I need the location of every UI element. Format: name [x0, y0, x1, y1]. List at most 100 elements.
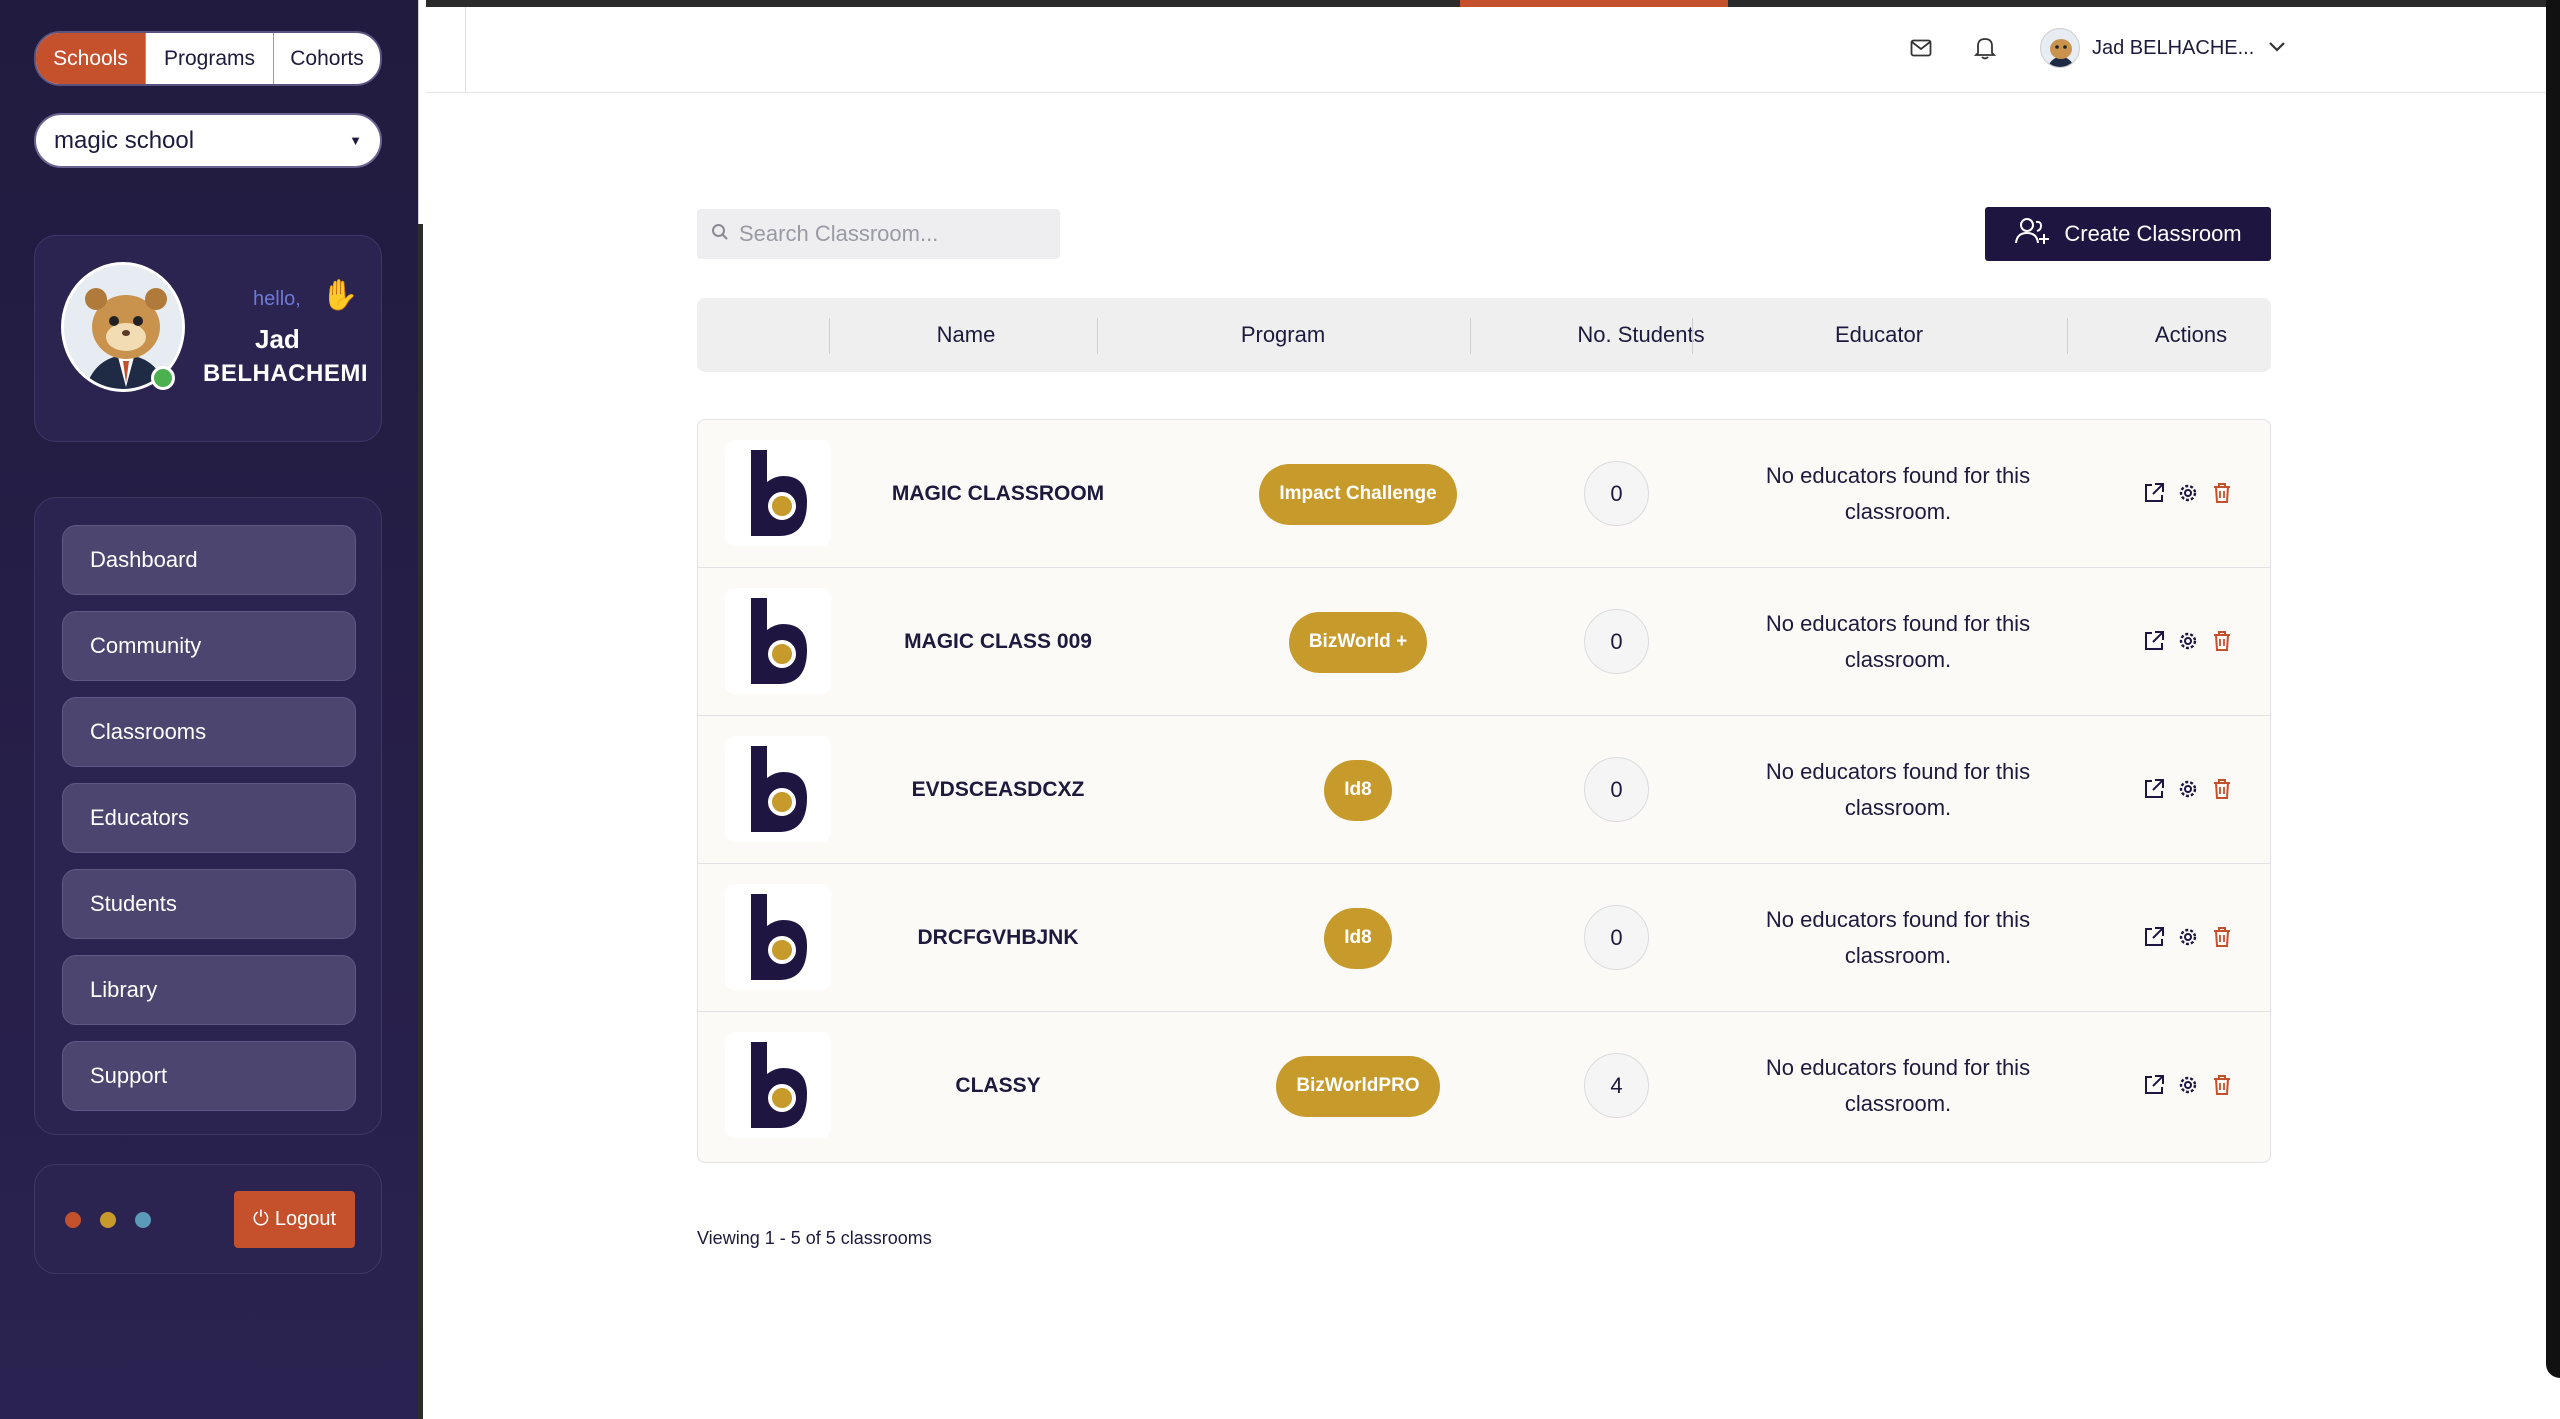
bell-icon[interactable]: [1973, 36, 1997, 65]
sidebar: Schools Programs Cohorts magic school ▼: [0, 0, 418, 1419]
program-badge: Id8: [1324, 759, 1392, 821]
column-header-program[interactable]: Program: [1098, 298, 1468, 372]
search-input[interactable]: [739, 221, 1039, 247]
tab-schools[interactable]: Schools: [36, 33, 146, 84]
student-count: 0: [1584, 905, 1649, 970]
student-count: 0: [1584, 461, 1649, 526]
row-actions: [2142, 925, 2234, 949]
program-badge: Id8: [1324, 907, 1392, 969]
table-row[interactable]: EVDSCEASDCXZ Id8 0 No educators found fo…: [698, 716, 2270, 864]
classroom-name: MAGIC CLASS 009: [904, 630, 1092, 653]
open-external-icon[interactable]: [2142, 777, 2166, 801]
school-select-value: magic school: [54, 126, 195, 154]
theme-dot-orange[interactable]: [65, 1212, 81, 1228]
trash-icon[interactable]: [2210, 925, 2234, 949]
educator-cell: No educators found for this classroom.: [1765, 759, 2031, 820]
open-external-icon[interactable]: [2142, 1073, 2166, 1097]
table-row[interactable]: CLASSY BizWorldPRO 4 No educators found …: [698, 1012, 2270, 1160]
classroom-logo: [725, 440, 831, 546]
classroom-name: CLASSY: [955, 1074, 1041, 1097]
sidebar-item-dashboard[interactable]: Dashboard: [62, 525, 356, 595]
program-cell: BizWorldPRO: [1188, 1012, 1528, 1160]
row-actions: [2142, 629, 2234, 653]
open-external-icon[interactable]: [2142, 925, 2166, 949]
profile-card: hello, ✋ Jad BELHACHEMI: [34, 235, 382, 442]
program-cell: Impact Challenge: [1188, 420, 1528, 568]
row-actions: [2142, 1073, 2234, 1097]
sidebar-footer: ⏻ Logout: [34, 1164, 382, 1274]
program-cell: Id8: [1188, 864, 1528, 1012]
student-count: 0: [1584, 609, 1649, 674]
gear-icon[interactable]: [2176, 481, 2200, 505]
user-avatar[interactable]: [2040, 28, 2080, 68]
create-classroom-button[interactable]: Create Classroom: [1985, 207, 2271, 261]
sidebar-item-students[interactable]: Students: [62, 869, 356, 939]
top-strip-accent: [1460, 0, 1728, 7]
power-icon: ⏻: [253, 1208, 269, 1230]
table-row[interactable]: MAGIC CLASSROOM Impact Challenge 0 No ed…: [698, 420, 2270, 568]
column-header-educator[interactable]: Educator: [1693, 298, 2065, 372]
classroom-logo: [725, 884, 831, 990]
theme-dot-gold[interactable]: [100, 1212, 116, 1228]
open-external-icon[interactable]: [2142, 629, 2166, 653]
trash-icon[interactable]: [2210, 1073, 2234, 1097]
column-divider: [2067, 318, 2068, 354]
educator-cell: No educators found for this classroom.: [1765, 1055, 2031, 1116]
wave-icon: ✋: [321, 279, 359, 312]
row-actions: [2142, 777, 2234, 801]
gear-icon[interactable]: [2176, 777, 2200, 801]
column-header-name[interactable]: Name: [830, 298, 1102, 372]
program-badge: Impact Challenge: [1259, 463, 1457, 525]
trash-icon[interactable]: [2210, 481, 2234, 505]
mail-icon[interactable]: [1910, 38, 1932, 63]
logout-label: Logout: [274, 1208, 336, 1230]
trash-icon[interactable]: [2210, 777, 2234, 801]
gear-icon[interactable]: [2176, 1073, 2200, 1097]
pagination-info: Viewing 1 - 5 of 5 classrooms: [697, 1228, 932, 1248]
logout-button[interactable]: ⏻ Logout: [234, 1191, 355, 1248]
scope-tabs: Schools Programs Cohorts: [34, 31, 382, 86]
program-badge: BizWorld +: [1288, 611, 1428, 673]
chevron-down-icon[interactable]: [2268, 40, 2286, 58]
table-row[interactable]: DRCFGVHBJNK Id8 0 No educators found for…: [698, 864, 2270, 1012]
sidebar-scrollbar-thumb[interactable]: [418, 224, 423, 1419]
column-header-actions: Actions: [2154, 322, 2228, 347]
sidebar-item-support[interactable]: Support: [62, 1041, 356, 1111]
gear-icon[interactable]: [2176, 925, 2200, 949]
sidebar-item-community[interactable]: Community: [62, 611, 356, 681]
school-select[interactable]: magic school ▼: [34, 113, 382, 168]
page-scrollbar-thumb[interactable]: [2546, 0, 2560, 1378]
classroom-name: EVDSCEASDCXZ: [911, 778, 1085, 801]
classroom-table: MAGIC CLASSROOM Impact Challenge 0 No ed…: [697, 419, 2271, 1163]
user-name[interactable]: Jad BELHACHE...: [2092, 37, 2254, 60]
gear-icon[interactable]: [2176, 629, 2200, 653]
open-external-icon[interactable]: [2142, 481, 2166, 505]
table-row[interactable]: MAGIC CLASS 009 BizWorld + 0 No educator…: [698, 568, 2270, 716]
add-user-icon: [2014, 216, 2050, 252]
search-box: [697, 209, 1060, 259]
create-classroom-label: Create Classroom: [2064, 221, 2242, 246]
educator-cell: No educators found for this classroom.: [1765, 611, 2031, 672]
column-divider: [1470, 318, 1471, 354]
sidebar-item-classrooms[interactable]: Classrooms: [62, 697, 356, 767]
educator-cell: No educators found for this classroom.: [1765, 463, 2031, 524]
classroom-logo: [725, 588, 831, 694]
online-status-dot: [151, 366, 175, 390]
row-actions: [2142, 481, 2234, 505]
program-cell: BizWorld +: [1188, 568, 1528, 716]
program-cell: Id8: [1188, 716, 1528, 864]
tab-programs[interactable]: Programs: [146, 33, 274, 84]
caret-down-icon: ▼: [349, 133, 362, 148]
sidebar-item-educators[interactable]: Educators: [62, 783, 356, 853]
profile-last-name: BELHACHEMI: [203, 360, 368, 387]
trash-icon[interactable]: [2210, 629, 2234, 653]
sidebar-item-library[interactable]: Library: [62, 955, 356, 1025]
nav-menu: Dashboard Community Classrooms Educators…: [34, 497, 382, 1135]
greeting: hello,: [253, 288, 301, 310]
theme-dot-blue[interactable]: [135, 1212, 151, 1228]
student-count: 0: [1584, 757, 1649, 822]
topbar-divider: [465, 7, 466, 93]
classroom-logo: [725, 1032, 831, 1138]
tab-cohorts[interactable]: Cohorts: [274, 33, 380, 84]
student-count: 4: [1584, 1053, 1649, 1118]
